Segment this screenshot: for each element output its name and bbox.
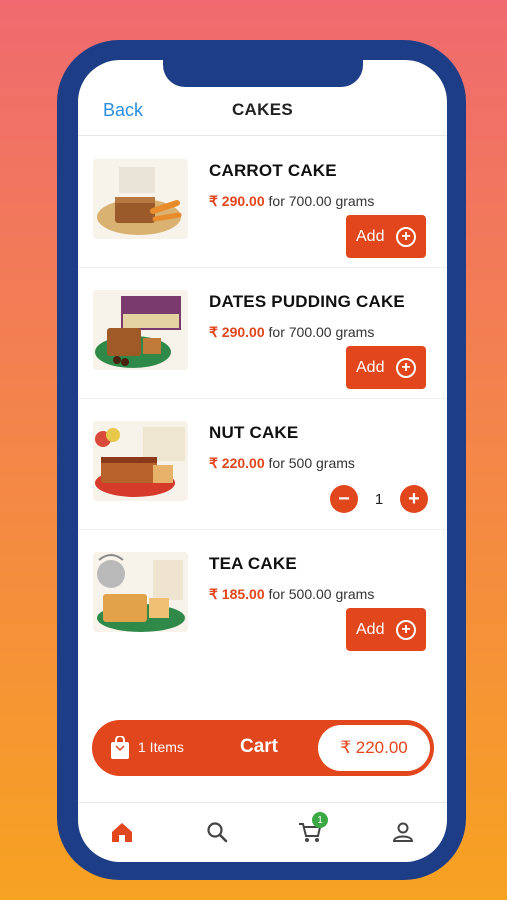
add-to-cart-button[interactable]: Add + — [346, 346, 426, 389]
device-notch — [163, 60, 363, 87]
plus-icon[interactable]: + — [400, 485, 428, 513]
minus-icon[interactable]: − — [330, 485, 358, 513]
cart-badge: 1 — [312, 812, 328, 828]
add-label: Add — [356, 358, 385, 376]
cart-bar[interactable]: 1 Items Cart ₹ 220.00 — [92, 720, 434, 776]
product-price: ₹ 290.00 — [209, 193, 265, 209]
plus-circle-icon: + — [396, 357, 416, 378]
tab-profile[interactable] — [389, 818, 417, 846]
product-name[interactable]: CARROT CAKE — [209, 161, 337, 181]
tab-search[interactable] — [203, 818, 231, 846]
product-price: ₹ 185.00 — [209, 586, 265, 602]
product-item: CARROT CAKE ₹ 290.00 for 700.00 grams Ad… — [78, 137, 447, 268]
home-icon — [112, 823, 132, 842]
product-price-line: ₹ 220.00 for 500 grams — [209, 455, 355, 472]
product-list: CARROT CAKE ₹ 290.00 for 700.00 grams Ad… — [78, 137, 447, 670]
product-price-line: ₹ 185.00 for 500.00 grams — [209, 586, 374, 603]
product-name[interactable]: NUT CAKE — [209, 423, 298, 443]
app-screen: Back CAKES CARROT CAKE ₹ 290.00 for 700.… — [78, 60, 447, 862]
product-unit: for 500 grams — [264, 455, 355, 471]
product-price: ₹ 220.00 — [209, 455, 265, 471]
add-to-cart-button[interactable]: Add + — [346, 215, 426, 258]
nav-header: Back CAKES — [78, 88, 447, 136]
nut-cake-image[interactable] — [93, 421, 188, 501]
search-icon — [207, 822, 228, 843]
add-label: Add — [356, 620, 385, 638]
cart-items-count: 1 Items — [138, 739, 184, 755]
cart-total[interactable]: ₹ 220.00 — [318, 725, 430, 771]
quantity-value: 1 — [374, 490, 384, 508]
dates-pudding-cake-image[interactable] — [93, 290, 188, 370]
tab-cart[interactable]: 1 — [296, 812, 328, 846]
product-price-line: ₹ 290.00 for 700.00 grams — [209, 324, 374, 341]
tea-cake-image[interactable] — [93, 552, 188, 632]
plus-circle-icon: + — [396, 619, 416, 640]
product-item: DATES PUDDING CAKE ₹ 290.00 for 700.00 g… — [78, 268, 447, 399]
product-name[interactable]: DATES PUDDING CAKE — [209, 292, 405, 312]
product-unit: for 700.00 grams — [264, 324, 375, 340]
add-to-cart-button[interactable]: Add + — [346, 608, 426, 651]
product-unit: for 700.00 grams — [264, 193, 375, 209]
page-title: CAKES — [231, 100, 293, 119]
carrot-cake-image[interactable] — [93, 159, 188, 239]
product-item: TEA CAKE ₹ 185.00 for 500.00 grams Add + — [78, 530, 447, 670]
tab-home[interactable] — [108, 818, 136, 846]
product-name[interactable]: TEA CAKE — [209, 554, 297, 574]
product-price: ₹ 290.00 — [209, 324, 265, 340]
plus-circle-icon: + — [396, 226, 416, 247]
quantity-stepper: − 1 + — [330, 484, 428, 514]
shopping-bag-icon — [111, 736, 129, 759]
product-unit: for 500.00 grams — [264, 586, 375, 602]
user-icon — [392, 822, 414, 842]
add-label: Add — [356, 227, 385, 245]
product-item: NUT CAKE ₹ 220.00 for 500 grams − 1 + — [78, 399, 447, 530]
cart-label: Cart — [240, 736, 279, 757]
product-price-line: ₹ 290.00 for 700.00 grams — [209, 193, 374, 210]
bottom-tab-bar: 1 — [78, 802, 447, 862]
